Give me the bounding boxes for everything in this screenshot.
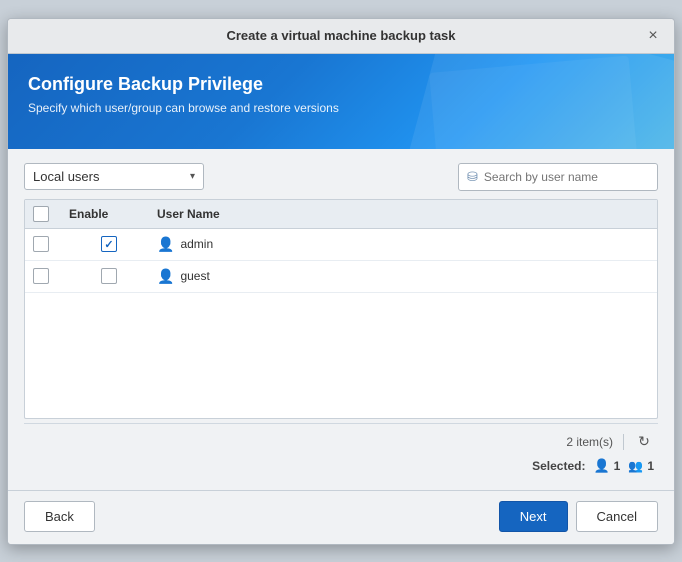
content-area: Local users ▾ ⛁ Enable User Name bbox=[8, 149, 674, 490]
dialog-title: Create a virtual machine backup task bbox=[38, 28, 644, 43]
filter-icon: ⛁ bbox=[467, 169, 478, 185]
enable-checkbox-admin[interactable]: ✓ bbox=[101, 236, 117, 252]
refresh-button[interactable]: ↻ bbox=[634, 432, 654, 452]
chevron-down-icon: ▾ bbox=[190, 171, 195, 182]
table-row: ✓ 👤 admin bbox=[25, 229, 657, 261]
item-count-row: 2 item(s) ↻ bbox=[24, 423, 658, 456]
col-header-enable: Enable bbox=[69, 207, 149, 221]
close-button[interactable]: × bbox=[644, 27, 662, 45]
search-input[interactable] bbox=[484, 170, 634, 184]
selected-groups-count: 1 bbox=[647, 459, 654, 473]
enable-checkbox-guest[interactable] bbox=[101, 268, 117, 284]
selected-label: Selected: bbox=[532, 459, 585, 473]
table-row: 👤 guest bbox=[25, 261, 657, 293]
users-table: Enable User Name ✓ 👤 admin bbox=[24, 199, 658, 419]
select-all-checkbox[interactable] bbox=[33, 206, 49, 222]
selected-groups-badge: 👥 1 bbox=[628, 459, 654, 473]
toolbar: Local users ▾ ⛁ bbox=[24, 163, 658, 191]
next-button[interactable]: Next bbox=[499, 501, 568, 532]
row-checkbox-admin[interactable] bbox=[33, 236, 49, 252]
footer-right-buttons: Next Cancel bbox=[499, 501, 658, 532]
dialog: Create a virtual machine backup task × C… bbox=[7, 18, 675, 545]
cancel-button[interactable]: Cancel bbox=[576, 501, 658, 532]
group-user-icon: 👥 bbox=[628, 459, 643, 473]
divider bbox=[623, 434, 624, 450]
item-count: 2 item(s) bbox=[566, 435, 613, 449]
selected-users-badge: 👤 1 bbox=[593, 458, 620, 474]
dropdown-label: Local users bbox=[33, 169, 184, 184]
banner-subtitle: Specify which user/group can browse and … bbox=[28, 101, 654, 115]
header-banner: Configure Backup Privilege Specify which… bbox=[8, 54, 674, 149]
table-header: Enable User Name bbox=[25, 200, 657, 229]
selected-users-count: 1 bbox=[614, 459, 621, 473]
user-icon: 👤 bbox=[157, 268, 174, 285]
back-button[interactable]: Back bbox=[24, 501, 95, 532]
col-header-username: User Name bbox=[157, 207, 649, 221]
user-icon: 👤 bbox=[157, 236, 174, 253]
dialog-footer: Back Next Cancel bbox=[8, 490, 674, 544]
single-user-icon: 👤 bbox=[593, 458, 609, 474]
search-box: ⛁ bbox=[458, 163, 658, 191]
title-bar: Create a virtual machine backup task × bbox=[8, 19, 674, 54]
username-guest: guest bbox=[180, 269, 209, 283]
banner-title: Configure Backup Privilege bbox=[28, 74, 654, 95]
row-checkbox-guest[interactable] bbox=[33, 268, 49, 284]
user-type-dropdown[interactable]: Local users ▾ bbox=[24, 163, 204, 190]
username-admin: admin bbox=[180, 237, 213, 251]
selected-info: Selected: 👤 1 👥 1 bbox=[24, 456, 658, 482]
checkmark-icon: ✓ bbox=[104, 238, 113, 251]
